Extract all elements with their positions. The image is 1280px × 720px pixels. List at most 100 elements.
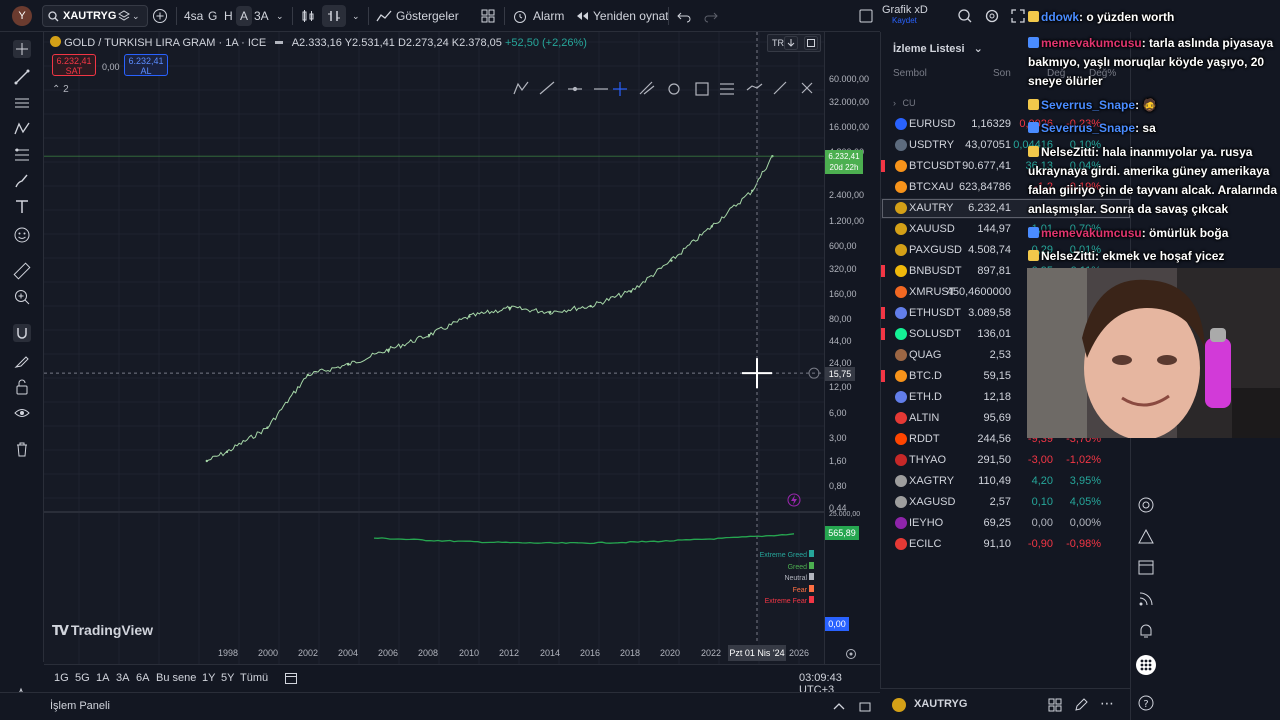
layout-grid-icon[interactable] [1048, 698, 1062, 712]
sell-button[interactable]: 6.232,41 SAT [52, 54, 96, 76]
indicators-collapse[interactable]: ⌃ 2 [52, 84, 69, 95]
interval-a[interactable]: A [236, 6, 253, 26]
range-button[interactable]: 1G [54, 672, 69, 684]
data-point[interactable] [589, 304, 592, 308]
data-point[interactable] [468, 315, 471, 318]
target-icon[interactable] [1137, 496, 1155, 514]
legend-title[interactable]: GOLD / TURKISH LIRA GRAM · 1A · ICE [64, 37, 266, 49]
maximize-icon[interactable] [804, 36, 818, 50]
more-icon[interactable]: ⋯ [1100, 695, 1114, 712]
flag-marker[interactable] [881, 307, 885, 319]
watchlist-row[interactable]: IEYHO 69,25 0,00 0,00% [881, 513, 1130, 534]
data-point[interactable] [629, 290, 633, 293]
scroll-to-end-icon[interactable] [784, 36, 798, 50]
pattern-tool-icon[interactable] [13, 120, 31, 138]
zoom-tool-icon[interactable] [13, 288, 31, 306]
interval-h[interactable]: H [224, 0, 233, 32]
col-header-symbol[interactable]: Sembol [893, 68, 927, 79]
user-avatar[interactable]: Y [12, 6, 32, 26]
trend-line-tool-icon[interactable] [13, 68, 31, 86]
lightning-icon[interactable] [787, 493, 801, 507]
undo-icon[interactable] [676, 8, 692, 24]
crosshair-tool-icon[interactable] [13, 40, 31, 58]
data-point[interactable] [710, 225, 713, 228]
apps-grid-icon[interactable] [1135, 654, 1157, 676]
replay-button[interactable]: Yeniden oynat [593, 0, 669, 32]
bell-icon[interactable] [1137, 622, 1155, 640]
settings-icon[interactable] [984, 8, 1000, 24]
price-series-line[interactable] [206, 155, 773, 462]
alarm-icon[interactable] [512, 8, 528, 24]
horizontal-lines-tool-icon[interactable] [13, 94, 31, 112]
redo-icon[interactable] [703, 8, 719, 24]
indicators-button[interactable]: Göstergeler [396, 0, 459, 32]
data-point[interactable] [306, 373, 309, 377]
lock-icon[interactable] [13, 378, 31, 396]
ruler-tool-icon[interactable] [13, 262, 31, 280]
flag-marker[interactable] [881, 265, 885, 277]
interval-dropdown-icon[interactable]: ⌄ [276, 0, 284, 32]
data-point[interactable] [427, 333, 431, 337]
data-point[interactable] [751, 189, 754, 192]
chevron-up-icon[interactable] [832, 700, 846, 714]
floating-tools-icons[interactable] [492, 78, 822, 100]
watchlist-group[interactable]: › CU [893, 98, 916, 108]
indicators-icon[interactable] [376, 8, 392, 24]
fib-tool-icon[interactable] [13, 146, 31, 164]
calendar-icon[interactable] [1137, 558, 1155, 576]
help-icon[interactable]: ? [1137, 694, 1155, 712]
flag-marker[interactable] [881, 328, 885, 340]
bars-style-button[interactable] [322, 5, 346, 27]
watchlist-row[interactable]: THYAO 291,50 -3,00 -1,02% [881, 450, 1130, 471]
data-point[interactable] [549, 310, 552, 314]
add-symbol-icon[interactable] [152, 8, 168, 24]
range-button[interactable]: Bu sene [156, 672, 196, 684]
search-icon[interactable] [957, 8, 973, 24]
col-header-last[interactable]: Son [993, 68, 1011, 79]
lock-draw-tool-icon[interactable] [13, 352, 31, 370]
settings-icon[interactable] [845, 648, 857, 660]
interval-3a[interactable]: 3A [254, 0, 269, 32]
watchlist-row[interactable]: XAGUSD 2,57 0,10 4,05% [881, 492, 1130, 513]
date-range-icon[interactable] [284, 671, 298, 685]
range-button[interactable]: Tümü [240, 672, 268, 684]
brush-tool-icon[interactable] [13, 172, 31, 190]
range-button[interactable]: 3A [116, 672, 129, 684]
magnet-tool-icon[interactable] [13, 324, 31, 342]
watchlist-row[interactable]: XAGTRY 110,49 4,20 3,95% [881, 471, 1130, 492]
range-button[interactable]: 1A [96, 672, 109, 684]
interval-g[interactable]: G [208, 0, 217, 32]
footer-symbol[interactable]: XAUTRYG [914, 698, 967, 710]
buy-button[interactable]: 6.232,41 AL [124, 54, 168, 76]
triangle-alert-icon[interactable] [1137, 528, 1155, 546]
trash-icon[interactable] [13, 440, 31, 458]
replay-icon[interactable] [574, 8, 590, 24]
edit-icon[interactable] [1074, 698, 1088, 712]
range-button[interactable]: 5Y [221, 672, 234, 684]
price-scale[interactable]: TRY ⌄ 60.000,0032.000,0016.000,004.800,0… [767, 32, 880, 664]
data-point[interactable] [347, 363, 350, 366]
chart-type-dropdown-icon[interactable]: ⌄ [352, 0, 360, 32]
interval-4h[interactable]: 4sa [184, 0, 203, 32]
data-point[interactable] [670, 259, 673, 262]
flag-marker[interactable] [881, 160, 885, 172]
alarm-button[interactable]: Alarm [533, 0, 564, 32]
chart-pane[interactable]: GOLD / TURKISH LIRA GRAM · 1A · ICE A2.3… [44, 32, 824, 664]
price-chart[interactable] [44, 32, 824, 664]
data-point[interactable] [387, 348, 390, 351]
data-point[interactable] [225, 450, 229, 454]
text-tool-icon[interactable] [13, 198, 31, 216]
templates-icon[interactable] [480, 8, 496, 24]
data-point[interactable] [508, 306, 511, 310]
time-axis[interactable]: 1998 2000 2002 2004 2006 2008 2010 2012 2014 2016… [44, 644, 824, 664]
trading-panel-tab[interactable]: İşlem Paneli [50, 700, 110, 712]
range-button[interactable]: 1Y [202, 672, 215, 684]
layout-icon[interactable] [858, 8, 874, 24]
range-button[interactable]: 6A [136, 672, 149, 684]
range-button[interactable]: 5G [75, 672, 90, 684]
restore-panel-icon[interactable] [858, 700, 872, 714]
data-point[interactable] [266, 426, 269, 429]
eye-icon[interactable] [13, 404, 31, 422]
rss-icon[interactable] [1137, 590, 1155, 608]
legend-menu-icon[interactable] [275, 41, 284, 44]
